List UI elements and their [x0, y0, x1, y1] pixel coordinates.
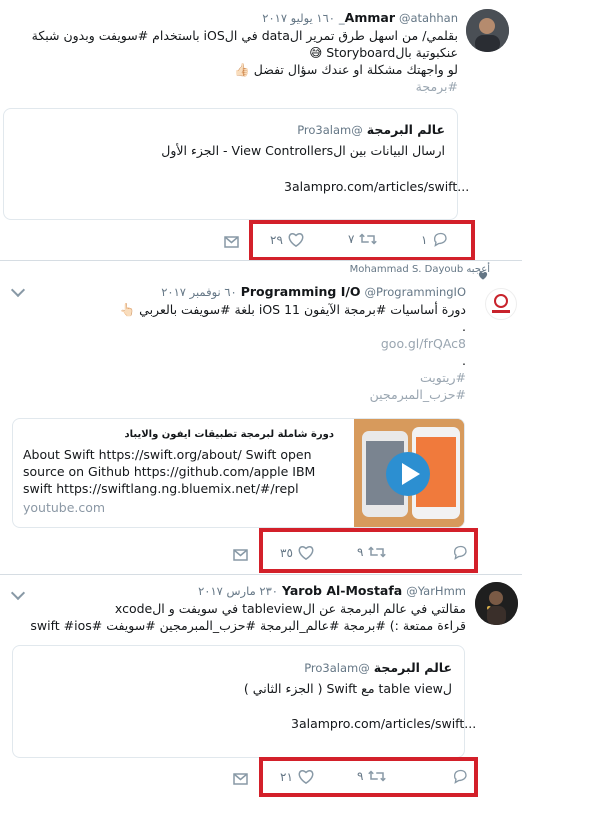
reply-icon: [453, 545, 467, 560]
card-url[interactable]: 3alampro.com/articles/swift...: [284, 178, 469, 195]
short-link[interactable]: goo.gl/frQAc8: [26, 335, 466, 352]
avatar[interactable]: [475, 582, 518, 625]
card-description: لtable view مع Swift ( الجزء الثاني ): [243, 681, 452, 696]
card-title: عالم البرمجة: [366, 122, 445, 137]
heart-icon: [298, 546, 314, 560]
reply-button[interactable]: [447, 545, 468, 560]
liked-by-label[interactable]: Mohammad S. Dayoub أعجبه: [250, 264, 490, 275]
hashtag-link[interactable]: #برمجة: [18, 78, 458, 95]
retweet-icon: [368, 546, 387, 558]
tweet-text: دورة أساسيات #برمجة الآيفون iOS 11 بلغة …: [26, 301, 466, 403]
retweet-count: ٩: [357, 769, 364, 783]
reply-button[interactable]: [447, 769, 468, 784]
like-button[interactable]: ٣٥: [280, 545, 314, 560]
reply-icon: [453, 769, 467, 784]
tweet-divider: [0, 574, 522, 575]
retweet-icon: [359, 233, 378, 245]
author-name[interactable]: Programming I/O: [241, 284, 361, 299]
message-icon[interactable]: [224, 233, 239, 252]
tweet-line: .: [462, 319, 466, 334]
like-count: ٢٩: [270, 232, 283, 247]
heart-icon: [298, 770, 314, 784]
retweet-button[interactable]: ٧: [348, 232, 378, 246]
heart-icon: [478, 265, 488, 284]
reply-count: ١: [421, 232, 428, 247]
video-card[interactable]: دورة شاملة لبرمجة تطبيقات ايفون والايباد…: [12, 418, 465, 528]
tweet-date[interactable]: ٢٣٠ مارس ٢٠١٧: [198, 584, 278, 598]
link-card[interactable]: عالم البرمجة @Pro3alam لtable view مع Sw…: [12, 645, 476, 758]
like-button[interactable]: ٢٩: [270, 232, 304, 247]
author-name[interactable]: Ammar: [345, 10, 395, 25]
tweet-header: Yarob Al-Mostafa @YarHmm ٢٣٠ مارس ٢٠١٧: [26, 582, 466, 600]
avatar[interactable]: [485, 288, 517, 320]
link-card[interactable]: عالم البرمجة @Pro3alam ارسال البيانات بي…: [3, 108, 469, 220]
hashtag-link[interactable]: #حزب_المبرمجين: [26, 386, 466, 403]
message-icon[interactable]: [233, 546, 248, 565]
author-handle[interactable]: @YarHmm: [406, 584, 466, 598]
card-url[interactable]: 3alampro.com/articles/swift...: [291, 715, 476, 732]
hashtag-link[interactable]: #ريتويت: [26, 369, 466, 386]
tweet-line: مقالتي في عالم البرمجة عن الtableview في…: [114, 601, 466, 616]
tweet-line: لو واجهتك مشكلة او عندك سؤال تفضل 👍🏻: [234, 62, 458, 77]
tweet-date[interactable]: ٦٠ نوفمبر ٢٠١٧: [161, 285, 237, 299]
heart-icon: [288, 233, 304, 247]
reply-button[interactable]: ١: [421, 232, 448, 247]
reply-icon: [434, 232, 448, 247]
card-title: دورة شاملة لبرمجة تطبيقات ايفون والايباد: [124, 429, 334, 440]
retweet-count: ٧: [348, 232, 355, 246]
caret-down-icon[interactable]: [10, 585, 26, 601]
retweet-button[interactable]: ٩: [357, 769, 387, 783]
card-handle: @Pro3alam: [297, 123, 363, 137]
tweet-line: دورة أساسيات #برمجة الآيفون iOS 11 بلغة …: [119, 302, 466, 317]
tweet-divider: [0, 260, 522, 261]
like-count: ٣٥: [280, 545, 293, 560]
tweet-text: مقالتي في عالم البرمجة عن الtableview في…: [26, 600, 466, 634]
video-thumbnail[interactable]: [354, 419, 464, 527]
tweet-date[interactable]: ١٦٠ يوليو ٢٠١٧: [262, 11, 335, 25]
message-icon[interactable]: [233, 770, 248, 789]
tweet-header: Programming I/O @ProgrammingIO ٦٠ نوفمبر…: [26, 283, 466, 301]
card-handle: @Pro3alam: [304, 661, 370, 675]
card-description: ارسال البيانات بين الView Controllers - …: [161, 143, 445, 158]
tweet-line: .: [462, 353, 466, 368]
card-title: عالم البرمجة: [373, 660, 452, 675]
tweet-text: بقلمي/ من اسهل طرق تمرير الdata في الiOS…: [18, 27, 458, 95]
retweet-icon: [368, 770, 387, 782]
author-name[interactable]: Yarob Al-Mostafa: [282, 583, 402, 598]
tweet-line: قراءة ممتعة :) #برمجة #عالم_البرمجة #حزب…: [30, 618, 466, 633]
author-handle[interactable]: @ProgrammingIO: [365, 285, 466, 299]
card-description: About Swift https://swift.org/about/ Swi…: [23, 447, 316, 496]
retweet-button[interactable]: ٩: [357, 545, 387, 559]
tweet-line: عنكبوتية بالStoryboard 😅: [309, 45, 458, 60]
avatar[interactable]: [466, 9, 509, 52]
tweet-line: بقلمي/ من اسهل طرق تمرير الdata في الiOS…: [31, 28, 458, 43]
tweet-header: Ammar @atahhan_ ١٦٠ يوليو ٢٠١٧: [18, 9, 458, 27]
retweet-count: ٩: [357, 545, 364, 559]
like-button[interactable]: ٢١: [280, 769, 314, 784]
caret-down-icon[interactable]: [10, 282, 26, 298]
card-url[interactable]: youtube.com: [23, 499, 105, 516]
like-count: ٢١: [280, 769, 293, 784]
